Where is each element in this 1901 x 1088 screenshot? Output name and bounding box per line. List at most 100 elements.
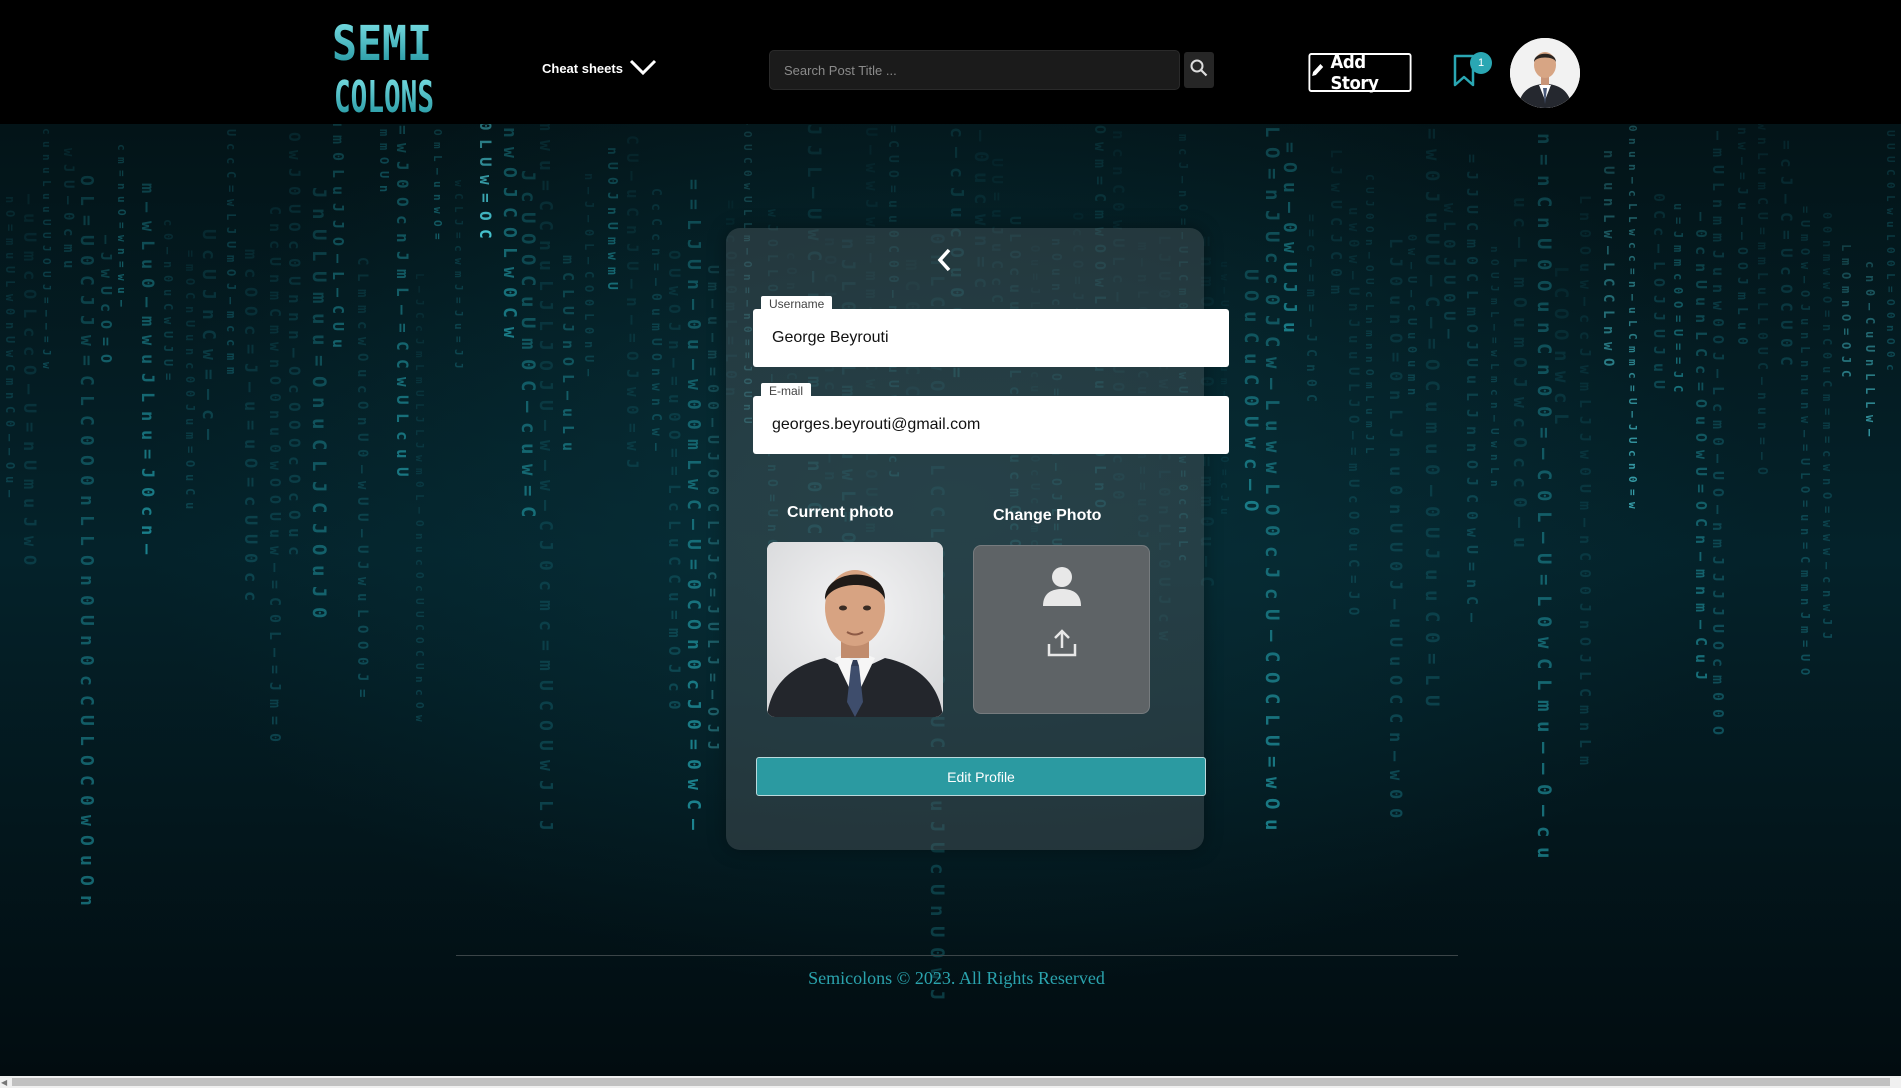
svg-text:u: u [559,408,577,417]
svg-text:n: n [308,397,330,408]
svg-text:O: O [665,430,684,440]
svg-text:U: U [40,232,53,239]
cheat-sheets-menu[interactable]: Cheat sheets [542,58,657,79]
email-input[interactable] [753,396,1229,454]
svg-text:O: O [1709,726,1727,735]
svg-text:m: m [1839,258,1853,265]
horizontal-scrollbar[interactable]: ◀ [0,1076,1901,1088]
user-avatar[interactable] [1510,38,1580,108]
back-button[interactable] [932,246,958,274]
svg-text:m: m [413,468,426,475]
svg-text:L: L [665,520,684,530]
svg-text:L: L [1600,262,1616,270]
scrollbar-thumb[interactable] [12,1078,1890,1086]
footer-divider [456,955,1458,956]
svg-text:J: J [40,284,53,291]
svg-text:L: L [393,413,412,423]
svg-text:w: w [76,815,97,826]
svg-text:U: U [1240,269,1262,280]
svg-text:=: = [988,192,1006,201]
svg-text:=: = [76,355,97,366]
svg-text:n: n [413,533,426,540]
svg-text:J: J [452,362,465,369]
svg-text:=: = [1671,315,1685,322]
svg-text:n: n [1405,388,1419,395]
svg-text:=: = [240,344,260,354]
svg-text:u: u [1798,514,1812,521]
svg-text:=: = [665,466,684,476]
svg-text:u: u [1798,388,1812,395]
search-button[interactable] [1184,52,1214,88]
svg-text:L: L [393,287,412,297]
svg-text:—: — [1576,518,1594,528]
svg-text:m: m [1218,378,1231,385]
svg-text:=: = [1671,343,1685,350]
svg-text:L: L [1421,674,1443,685]
svg-text:n: n [1488,246,1501,253]
edit-profile-button[interactable]: Edit Profile [756,757,1206,796]
svg-text:=: = [535,180,556,191]
svg-text:O: O [1820,492,1834,499]
svg-text:C: C [1240,332,1262,343]
svg-text:c: c [1650,227,1668,236]
svg-text:u: u [1279,322,1300,333]
svg-text:0: 0 [1421,170,1443,181]
username-input[interactable] [753,309,1229,367]
svg-text:U: U [885,155,900,163]
semicolons-logo[interactable]: SEMI COLONS [332,14,436,118]
svg-text:u: u [1421,590,1443,601]
svg-text:U: U [76,235,97,246]
bookmarks-button[interactable]: 1 [1452,50,1498,90]
svg-text:U: U [1261,735,1283,746]
svg-text:n: n [582,341,596,348]
svg-text:U: U [988,175,1006,184]
svg-text:c: c [1626,450,1639,457]
change-photo-upload[interactable] [973,545,1150,714]
svg-text:U: U [1363,278,1376,285]
svg-text:m: m [240,249,260,259]
svg-text:O: O [1488,259,1501,266]
svg-text:C: C [1600,278,1616,286]
svg-text:C: C [476,229,495,239]
svg-text:U: U [308,271,330,282]
svg-text:m: m [604,237,619,245]
svg-text:0: 0 [1421,506,1443,517]
svg-text:w: w [1600,230,1616,239]
svg-text:0: 0 [1709,709,1727,718]
svg-text:=: = [1754,437,1769,445]
svg-text:u: u [946,207,967,218]
svg-text:U: U [1650,329,1668,338]
svg-text:u: u [329,124,347,127]
svg-text:C: C [1261,693,1283,704]
svg-text:w: w [535,440,556,451]
svg-text:n: n [1709,284,1727,293]
svg-text:m: m [1798,570,1812,577]
svg-text:w: w [137,221,157,232]
svg-text:O: O [1839,272,1853,279]
svg-text:L: L [1261,399,1283,410]
svg-text:C: C [1692,518,1710,527]
svg-text:m: m [704,350,722,359]
svg-text:w: w [354,481,370,490]
svg-text:0: 0 [76,475,97,486]
svg-text:L: L [741,209,754,216]
svg-text:J: J [704,537,722,546]
svg-text:O: O [1798,248,1812,255]
svg-text:c: c [1576,331,1594,340]
svg-text:=: = [198,369,219,380]
scroll-left-icon[interactable]: ◀ [1,1078,9,1087]
search-input[interactable] [770,51,1179,89]
svg-text:J: J [1385,257,1405,267]
svg-text:O: O [240,306,260,316]
svg-text:L: L [1754,302,1769,310]
svg-text:C: C [535,220,556,231]
svg-text:L: L [266,631,284,640]
svg-text:U: U [1798,654,1812,661]
svg-text:L: L [40,180,53,187]
svg-text:L: L [1576,739,1594,748]
add-story-button[interactable]: Add Story [1308,52,1412,94]
svg-text:C: C [1533,196,1555,207]
svg-text:O: O [76,555,97,566]
svg-text:C: C [183,292,197,299]
svg-text:C: C [452,193,465,200]
